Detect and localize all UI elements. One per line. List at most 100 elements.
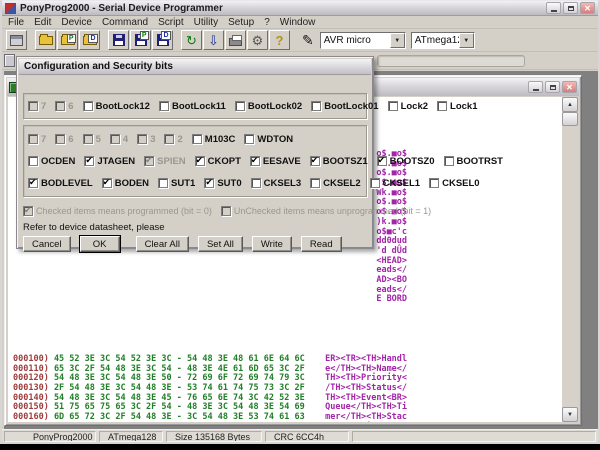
child-maximize-button[interactable]	[545, 81, 560, 93]
fuse-bit-checkbox[interactable]: BODLEVEL	[28, 178, 93, 189]
checkbox-box[interactable]	[144, 156, 154, 166]
open-data-button[interactable]: D	[79, 30, 100, 50]
fuse-bit-checkbox[interactable]: BODEN	[102, 178, 149, 189]
checkbox-box[interactable]	[158, 178, 168, 188]
print-button[interactable]	[225, 30, 246, 50]
fuse-bit-checkbox[interactable]: CKSEL3	[251, 178, 301, 189]
save-data-button[interactable]: D	[152, 30, 173, 50]
menu-item[interactable]: Edit	[34, 17, 51, 28]
checkbox-box[interactable]	[311, 101, 321, 111]
checkbox-box[interactable]	[370, 178, 380, 188]
checkbox-box[interactable]	[83, 134, 93, 144]
new-window-button[interactable]	[6, 30, 27, 50]
fuse-bit-checkbox[interactable]: 2	[164, 134, 182, 145]
checkbox-box[interactable]	[195, 156, 205, 166]
scroll-up-button[interactable]: ▲	[562, 97, 578, 112]
dialog-button[interactable]: Cancel	[23, 236, 71, 252]
save-file-button[interactable]	[108, 30, 129, 50]
fuse-bit-checkbox[interactable]: JTAGEN	[84, 156, 135, 167]
scroll-thumb[interactable]	[562, 112, 578, 126]
open-program-button[interactable]: P	[57, 30, 78, 50]
checkbox-box[interactable]	[83, 101, 93, 111]
lock-bit-checkbox[interactable]: BootLock02	[235, 101, 302, 112]
checkbox-box[interactable]	[192, 134, 202, 144]
menu-item[interactable]: Window	[280, 17, 316, 28]
fuse-bit-checkbox[interactable]: BOOTSZ0	[377, 156, 435, 167]
device-model-select[interactable]: ATmega128 ▼	[411, 32, 475, 49]
help-button[interactable]: ?	[269, 30, 290, 50]
checkbox-box[interactable]	[310, 156, 320, 166]
checkbox-box[interactable]	[235, 101, 245, 111]
checkbox-box[interactable]	[55, 134, 65, 144]
vertical-scrollbar[interactable]: ▲ ▼	[562, 97, 578, 422]
checkbox-box[interactable]	[159, 101, 169, 111]
checkbox-box[interactable]	[251, 178, 261, 188]
fuse-bit-checkbox[interactable]: 7	[28, 134, 46, 145]
checkbox-box[interactable]	[28, 156, 38, 166]
fuse-bit-checkbox[interactable]: SUT1	[158, 178, 195, 189]
minimize-button[interactable]	[546, 2, 561, 14]
fuse-bit-checkbox[interactable]: CKSEL1	[370, 178, 420, 189]
lock-bit-checkbox[interactable]: Lock1	[437, 101, 477, 112]
lock-bit-checkbox[interactable]: BootLock01	[311, 101, 378, 112]
checkbox-box[interactable]	[377, 156, 387, 166]
lock-bit-checkbox[interactable]: 6	[55, 101, 73, 112]
child-minimize-button[interactable]	[528, 81, 543, 93]
open-file-button[interactable]	[35, 30, 56, 50]
title-bar[interactable]: PonyProg2000 - Serial Device Programmer …	[2, 1, 598, 16]
menu-item[interactable]: Command	[102, 17, 148, 28]
checkbox-box[interactable]	[429, 178, 439, 188]
fuse-bit-checkbox[interactable]: 3	[137, 134, 155, 145]
fuse-bit-checkbox[interactable]: M103C	[192, 134, 236, 145]
reload-button[interactable]: ↻	[181, 30, 202, 50]
fuse-bit-checkbox[interactable]: OCDEN	[28, 156, 75, 167]
fuse-bit-checkbox[interactable]: 6	[55, 134, 73, 145]
scroll-down-button[interactable]: ▼	[562, 407, 578, 422]
edit-pencil-icon[interactable]: ✎	[302, 32, 314, 49]
dialog-button[interactable]: OK	[80, 236, 120, 252]
device-family-select[interactable]: AVR micro ▼	[320, 32, 406, 49]
chevron-down-icon[interactable]: ▼	[390, 33, 405, 48]
menu-item[interactable]: File	[8, 17, 24, 28]
lock-bit-checkbox[interactable]: 7	[28, 101, 46, 112]
save-program-button[interactable]: P	[130, 30, 151, 50]
checkbox-box[interactable]	[28, 178, 38, 188]
dialog-button[interactable]: Set All	[198, 236, 243, 252]
fuse-bit-checkbox[interactable]: 4	[110, 134, 128, 145]
dialog-button[interactable]: Read	[301, 236, 342, 252]
lock-bit-checkbox[interactable]: BootLock11	[159, 101, 226, 112]
menu-item[interactable]: Device	[61, 17, 92, 28]
write-device-button[interactable]: ⇩	[203, 30, 224, 50]
dialog-titlebar[interactable]: Configuration and Security bits	[19, 59, 371, 75]
fuse-bit-checkbox[interactable]: CKOPT	[195, 156, 241, 167]
fuse-bit-checkbox[interactable]: BOOTSZ1	[310, 156, 368, 167]
close-button[interactable]: ✕	[580, 2, 595, 14]
checkbox-box[interactable]	[137, 134, 147, 144]
checkbox-box[interactable]	[164, 134, 174, 144]
checkbox-box[interactable]	[55, 101, 65, 111]
menu-item[interactable]: Setup	[228, 17, 254, 28]
fuse-bit-checkbox[interactable]: EESAVE	[250, 156, 301, 167]
checkbox-box[interactable]	[444, 156, 454, 166]
checkbox-box[interactable]	[250, 156, 260, 166]
fuse-bit-checkbox[interactable]: CKSEL2	[310, 178, 360, 189]
chevron-down-icon[interactable]: ▼	[459, 33, 474, 48]
dialog-button[interactable]: Clear All	[136, 236, 189, 252]
fuse-bit-checkbox[interactable]: 5	[83, 134, 101, 145]
menu-item[interactable]: Utility	[194, 17, 218, 28]
checkbox-box[interactable]	[110, 134, 120, 144]
checkbox-box[interactable]	[244, 134, 254, 144]
menu-item[interactable]: ?	[264, 17, 270, 28]
fuse-bit-checkbox[interactable]: SUT0	[204, 178, 241, 189]
checkbox-box[interactable]	[84, 156, 94, 166]
dialog-button[interactable]: Write	[252, 236, 292, 252]
setup-button[interactable]: ⚙	[247, 30, 268, 50]
lock-bit-checkbox[interactable]: BootLock12	[83, 101, 150, 112]
fuse-bit-checkbox[interactable]: WDTON	[244, 134, 293, 145]
checkbox-box[interactable]	[28, 101, 38, 111]
lock-bit-checkbox[interactable]: Lock2	[388, 101, 428, 112]
checkbox-box[interactable]	[388, 101, 398, 111]
maximize-button[interactable]	[563, 2, 578, 14]
checkbox-box[interactable]	[28, 134, 38, 144]
fuse-bit-checkbox[interactable]: BOOTRST	[444, 156, 503, 167]
